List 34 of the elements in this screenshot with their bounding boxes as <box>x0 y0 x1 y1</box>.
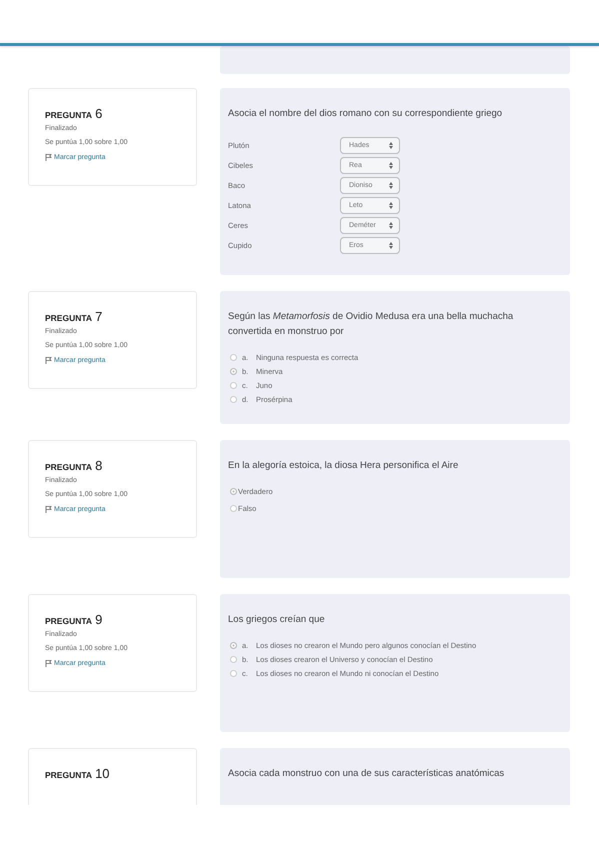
sort-caret-icon <box>389 142 393 148</box>
sort-caret-icon <box>389 162 393 168</box>
radio-button[interactable] <box>230 670 237 677</box>
question-heading: PREGUNTA <box>45 110 92 120</box>
question-number: 6 <box>95 106 102 121</box>
question-number: 8 <box>95 458 102 473</box>
radio-button[interactable] <box>230 368 237 375</box>
question-text: Asocia el nombre del dios romano con su correspondiente griego <box>228 107 504 121</box>
radio-button[interactable] <box>230 656 237 663</box>
question-number: 10 <box>95 766 110 781</box>
flag-icon <box>45 505 52 513</box>
radio-button[interactable] <box>230 354 237 361</box>
question-text: En la alegoría estoica, la diosa Hera personifica el Aire <box>228 459 460 473</box>
question-heading: PREGUNTA <box>45 616 92 626</box>
question-heading: PREGUNTA <box>45 462 92 472</box>
radio-button[interactable] <box>230 382 237 389</box>
flag-icon <box>45 153 52 161</box>
question-heading: PREGUNTA <box>45 770 92 780</box>
radio-button[interactable] <box>230 505 237 512</box>
radio-button[interactable] <box>230 642 237 649</box>
question-number: 9 <box>95 612 102 627</box>
sort-caret-icon <box>389 242 393 248</box>
question-text: Según las Metamorfosis de Ovidio Medusa era una bella muchacha convertida en monstruo por <box>228 310 514 339</box>
sort-caret-icon <box>389 202 393 208</box>
flag-icon <box>45 356 52 364</box>
sort-caret-icon <box>389 182 393 188</box>
question-heading: PREGUNTA <box>45 313 92 323</box>
sort-caret-icon <box>389 222 393 228</box>
radio-button[interactable] <box>230 396 237 403</box>
flag-icon <box>45 659 52 667</box>
question-text: Los griegos creían que <box>228 613 326 627</box>
radio-button[interactable] <box>230 488 237 495</box>
question-text: Asocia cada monstruo con una de sus características anatómicas <box>228 767 506 781</box>
question-number: 7 <box>95 309 102 324</box>
